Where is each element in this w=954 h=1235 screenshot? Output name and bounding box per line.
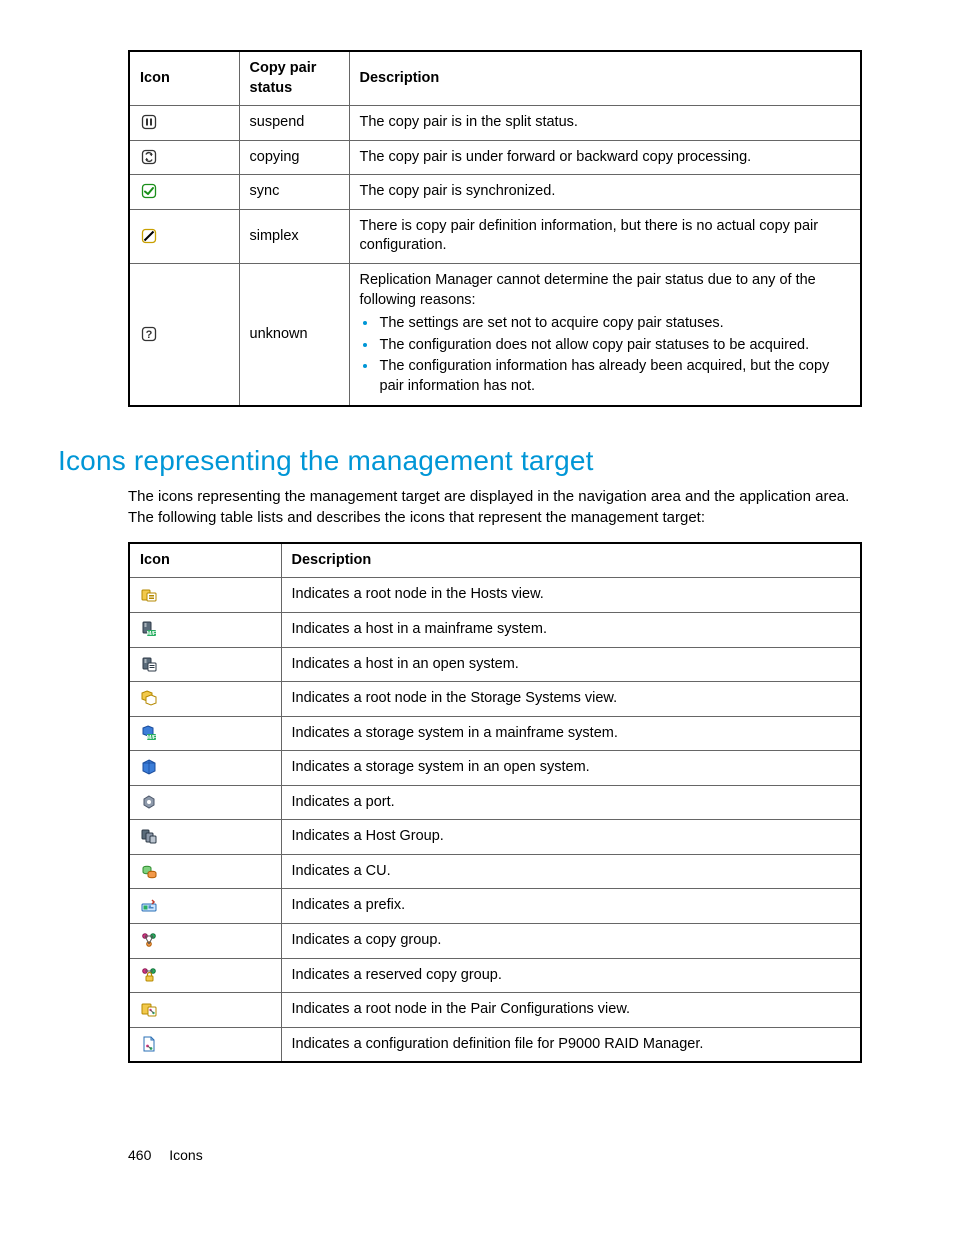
sync-icon	[140, 182, 158, 200]
table-row: suspend The copy pair is in the split st…	[129, 106, 861, 141]
table-row: Indicates a Host Group.	[129, 820, 861, 855]
table-row: Indicates a storage system in an open sy…	[129, 751, 861, 786]
table-row: Indicates a port.	[129, 785, 861, 820]
status-cell: copying	[239, 140, 349, 175]
bullet: The configuration does not allow copy pa…	[378, 336, 851, 356]
svg-text:M/F: M/F	[147, 735, 157, 741]
table-row: copying The copy pair is under forward o…	[129, 140, 861, 175]
bullet: The settings are set not to acquire copy…	[378, 314, 851, 334]
desc-intro: Replication Manager cannot determine the…	[360, 272, 816, 308]
unknown-icon: ?	[140, 325, 158, 343]
desc-cell: Indicates a Host Group.	[281, 820, 861, 855]
desc-cell: Indicates a root node in the Hosts view.	[281, 578, 861, 613]
table-row: M/F Indicates a storage system in a main…	[129, 716, 861, 751]
desc-cell: Indicates a host in an open system.	[281, 647, 861, 682]
table-row: Indicates a prefix.	[129, 889, 861, 924]
bullet: The configuration information has alread…	[378, 357, 851, 396]
chapter-name: Icons	[169, 1147, 202, 1163]
table-row: Indicates a root node in the Storage Sys…	[129, 682, 861, 717]
table1-header-desc: Description	[349, 51, 861, 106]
host-group-icon	[140, 827, 158, 845]
desc-cell: Indicates a port.	[281, 785, 861, 820]
desc-cell: There is copy pair definition informatio…	[349, 209, 861, 263]
status-cell: sync	[239, 175, 349, 210]
simplex-icon	[140, 227, 158, 245]
desc-cell: Indicates a host in a mainframe system.	[281, 612, 861, 647]
table-row: simplex There is copy pair definition in…	[129, 209, 861, 263]
desc-cell: Indicates a CU.	[281, 854, 861, 889]
table2-header-icon: Icon	[129, 543, 281, 578]
port-icon	[140, 793, 158, 811]
status-cell: simplex	[239, 209, 349, 263]
table-row: Indicates a reserved copy group.	[129, 958, 861, 993]
mainframe-storage-icon: M/F	[140, 724, 158, 742]
config-file-icon	[140, 1035, 158, 1053]
desc-cell: Indicates a copy group.	[281, 924, 861, 959]
section-heading: Icons representing the management target	[58, 445, 862, 477]
copy-group-icon	[140, 931, 158, 949]
status-cell: unknown	[239, 263, 349, 406]
pairconfig-root-icon	[140, 1000, 158, 1018]
desc-cell: Replication Manager cannot determine the…	[349, 263, 861, 406]
desc-bullets: The settings are set not to acquire copy…	[360, 314, 851, 396]
desc-cell: Indicates a root node in the Storage Sys…	[281, 682, 861, 717]
desc-cell: The copy pair is synchronized.	[349, 175, 861, 210]
table-row: M/F Indicates a host in a mainframe syst…	[129, 612, 861, 647]
table-row: Indicates a configuration definition fil…	[129, 1027, 861, 1062]
copy-pair-status-table: Icon Copy pair status Description suspen…	[128, 50, 862, 407]
content-area: Icon Copy pair status Description suspen…	[128, 50, 862, 1063]
table-row: ? unknown Replication Manager cannot det…	[129, 263, 861, 406]
desc-cell: The copy pair is in the split status.	[349, 106, 861, 141]
copying-icon	[140, 148, 158, 166]
desc-cell: Indicates a configuration definition fil…	[281, 1027, 861, 1062]
desc-cell: Indicates a storage system in an open sy…	[281, 751, 861, 786]
table-row: Indicates a copy group.	[129, 924, 861, 959]
table-row: Indicates a root node in the Hosts view.	[129, 578, 861, 613]
desc-cell: Indicates a root node in the Pair Config…	[281, 993, 861, 1028]
svg-text:M/F: M/F	[147, 631, 157, 637]
suspend-icon	[140, 113, 158, 131]
status-cell: suspend	[239, 106, 349, 141]
table-row: Indicates a CU.	[129, 854, 861, 889]
table-row: Indicates a host in an open system.	[129, 647, 861, 682]
page-footer: 460 Icons	[128, 1147, 203, 1163]
open-host-icon	[140, 655, 158, 673]
svg-text:?: ?	[146, 329, 153, 341]
desc-cell: Indicates a prefix.	[281, 889, 861, 924]
table-row: Indicates a root node in the Pair Config…	[129, 993, 861, 1028]
mainframe-host-icon: M/F	[140, 620, 158, 638]
table1-header-icon: Icon	[129, 51, 239, 106]
reserved-copy-group-icon	[140, 966, 158, 984]
page-number: 460	[128, 1147, 151, 1163]
management-target-table: Icon Description Indicates a root node i	[128, 542, 862, 1063]
desc-cell: Indicates a reserved copy group.	[281, 958, 861, 993]
cu-icon	[140, 862, 158, 880]
table2-header-desc: Description	[281, 543, 861, 578]
section-intro: The icons representing the management ta…	[128, 487, 862, 528]
prefix-icon	[140, 897, 158, 915]
desc-cell: The copy pair is under forward or backwa…	[349, 140, 861, 175]
desc-cell: Indicates a storage system in a mainfram…	[281, 716, 861, 751]
open-storage-icon	[140, 758, 158, 776]
storage-root-icon	[140, 689, 158, 707]
table1-header-status: Copy pair status	[239, 51, 349, 106]
hosts-root-icon	[140, 586, 158, 604]
page: Icon Copy pair status Description suspen…	[0, 0, 954, 1235]
table-row: sync The copy pair is synchronized.	[129, 175, 861, 210]
